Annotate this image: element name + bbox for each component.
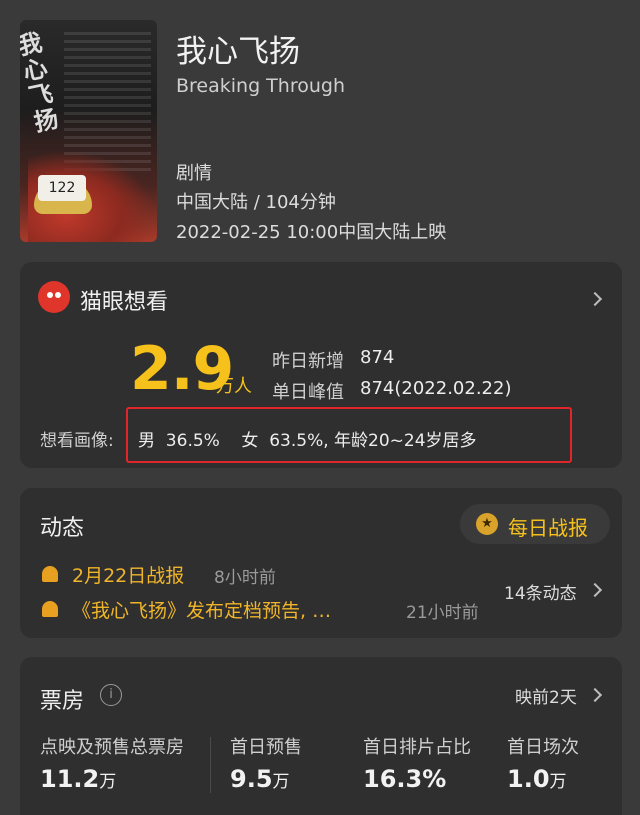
divider [210,737,211,793]
yesterday-new-value: 874 [360,347,395,368]
total-presale-unit: 万 [99,772,117,792]
first-day-sessions-label: 首日场次 [507,737,579,758]
yesterday-new-label: 昨日新增 [272,351,344,372]
poster-bib-number: 122 [38,175,86,201]
audience-portrait-label: 想看画像: [40,431,114,451]
daily-report-button[interactable]: ★ 每日战报 [460,504,610,544]
news-title: 动态 [40,516,85,541]
total-presale-value: 11.2万 [40,765,116,793]
news-item-time: 8小时前 [214,568,276,588]
want-count-unit: 万人 [216,376,252,397]
box-office-status[interactable]: 映前2天 [515,683,577,708]
poster-title: 我心飞扬 [20,27,61,137]
movie-poster[interactable]: 我心飞扬 122 [20,20,157,242]
want-to-see-card[interactable]: 猫眼想看 2.9 万人 昨日新增 874 单日峰值 874(2022.02.22… [20,262,622,468]
info-icon[interactable]: i [100,684,122,706]
daily-peak-label: 单日峰值 [272,382,344,403]
first-day-presale-value: 9.5万 [230,765,290,793]
first-day-share-value: 16.3% [363,765,446,793]
movie-region-duration: 中国大陆 / 104分钟 [176,192,336,213]
news-count-link[interactable]: 14条动态 [504,579,577,604]
daily-peak-value: 874(2022.02.22) [360,378,512,399]
daily-report-label: 每日战报 [508,516,588,540]
medal-icon: ★ [476,513,498,535]
chevron-right-icon[interactable] [587,291,603,307]
first-day-sessions-value: 1.0万 [507,765,567,793]
first-day-sessions-number: 1.0 [507,765,550,793]
chevron-right-icon[interactable] [587,687,603,703]
audience-portrait-text: 男 36.5% 女 63.5%, 年龄20~24岁居多 [138,431,477,451]
movie-title: 我心飞扬 [176,34,300,70]
first-day-share-label: 首日排片占比 [363,737,471,758]
box-office-title: 票房 [40,689,85,714]
first-day-sessions-unit: 万 [549,772,567,792]
movie-genre: 剧情 [176,163,212,184]
chevron-right-icon[interactable] [587,582,603,598]
total-presale-number: 11.2 [40,765,100,793]
first-day-presale-label: 首日预售 [230,737,302,758]
poster-text-pattern [64,32,151,172]
news-item-time: 21小时前 [406,603,479,623]
news-item[interactable]: 2月22日战报 [72,561,184,588]
want-title: 猫眼想看 [80,290,169,315]
news-item[interactable]: 《我心飞扬》发布定档预告, … [72,596,331,623]
first-day-presale-number: 9.5 [230,765,273,793]
news-card: 动态 ★ 每日战报 2月22日战报 8小时前 《我心飞扬》发布定档预告, … 2… [20,488,622,638]
bell-icon [42,566,58,582]
bell-icon [42,601,58,617]
total-presale-label: 点映及预售总票房 [40,737,184,758]
movie-english-title: Breaking Through [176,75,345,97]
box-office-card: 票房 i 映前2天 点映及预售总票房 11.2万 首日预售 9.5万 首日排片占… [20,657,622,815]
first-day-presale-unit: 万 [272,772,290,792]
movie-release-date: 2022-02-25 10:00中国大陆上映 [176,222,447,243]
first-day-share-number: 16.3% [363,765,447,793]
maoyan-cat-icon [38,281,70,313]
